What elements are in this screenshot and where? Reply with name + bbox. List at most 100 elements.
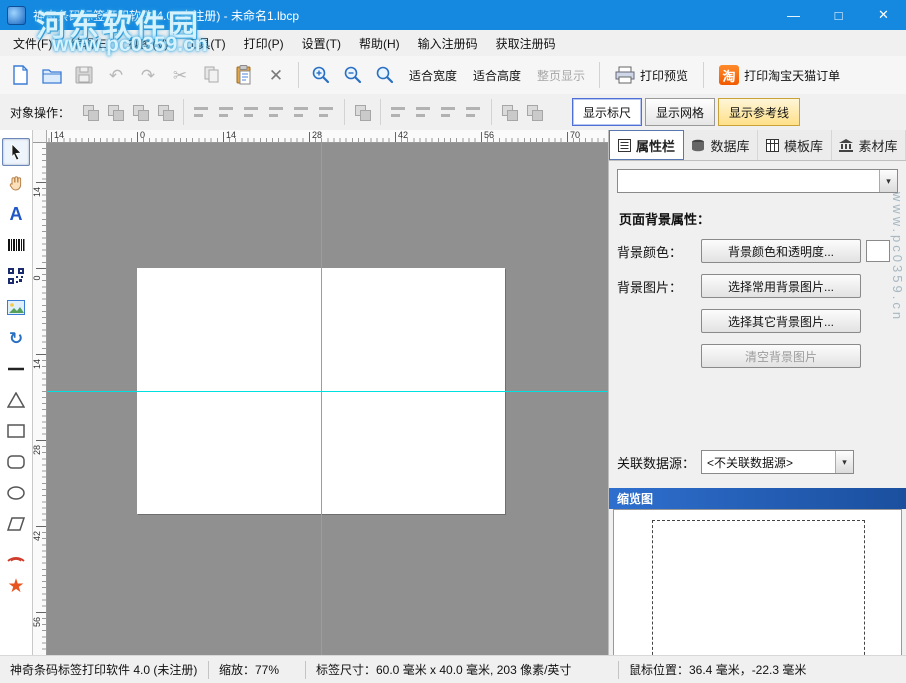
show-grid-toggle[interactable]: 显示网格 — [645, 98, 715, 126]
menu-view[interactable]: 视图(V) — [119, 31, 177, 56]
print-preview-button[interactable]: 打印预览 — [607, 66, 696, 84]
panel-tabs: 属性栏 数据库 模板库 素材库 — [609, 130, 906, 161]
new-document-button[interactable] — [5, 61, 35, 89]
triangle-tool[interactable] — [2, 386, 30, 414]
same-width-icon[interactable] — [437, 101, 460, 124]
ellipse-tool[interactable] — [2, 479, 30, 507]
barcode-icon — [7, 237, 25, 253]
order-icon[interactable] — [154, 101, 177, 124]
line-tool[interactable] — [2, 355, 30, 383]
menu-help[interactable]: 帮助(H) — [350, 31, 409, 56]
menu-file[interactable]: 文件(F) — [4, 31, 61, 56]
zoom-tool-button[interactable] — [370, 61, 400, 89]
menu-edit[interactable]: 编辑(E) — [61, 31, 119, 56]
rounded-rectangle-tool[interactable] — [2, 448, 30, 476]
menu-print[interactable]: 打印(P) — [235, 31, 293, 56]
star-tool[interactable]: ★ — [2, 572, 30, 600]
align-bottom-icon[interactable] — [315, 101, 338, 124]
flip-horizontal-icon[interactable] — [498, 101, 521, 124]
align-middle-icon[interactable] — [290, 101, 313, 124]
arc-tool[interactable] — [2, 541, 30, 569]
align-center-icon[interactable] — [215, 101, 238, 124]
datasource-combobox[interactable]: <不关联数据源> ▾ — [701, 450, 854, 474]
taobao-order-button[interactable]: 淘 打印淘宝天猫订单 — [711, 65, 848, 85]
clear-background-button[interactable]: 清空背景图片 — [701, 344, 861, 368]
tab-properties[interactable]: 属性栏 — [609, 130, 684, 160]
tab-materials[interactable]: 素材库 — [832, 130, 906, 160]
text-tool[interactable]: A — [2, 200, 30, 228]
open-button[interactable] — [37, 61, 67, 89]
page-background-section-title: 页面背景属性： — [619, 209, 898, 228]
thumbnail-preview — [613, 509, 902, 669]
ungroup-icon[interactable] — [129, 101, 152, 124]
save-button[interactable] — [69, 61, 99, 89]
distribute-vertical-icon[interactable] — [412, 101, 435, 124]
select-tool[interactable] — [2, 138, 30, 166]
redo-button[interactable]: ↷ — [133, 61, 163, 89]
clear-background-row: 清空背景图片 — [617, 344, 898, 368]
vertical-guide-line[interactable] — [321, 143, 322, 656]
toolbar-separator — [183, 99, 184, 125]
fit-height-button[interactable]: 适合高度 — [466, 67, 528, 84]
copy-button[interactable] — [197, 61, 227, 89]
maximize-button[interactable]: □ — [816, 0, 861, 30]
horizontal-guide-line[interactable] — [47, 391, 608, 392]
status-app-name: 神奇条码标签打印软件 4.0 (未注册) — [0, 661, 208, 678]
background-color-label: 背景颜色： — [617, 242, 701, 261]
rotate-tool[interactable]: ↻ — [2, 324, 30, 352]
fit-page-button[interactable]: 整页显示 — [530, 67, 592, 84]
same-size-icon[interactable] — [351, 101, 374, 124]
undo-button[interactable]: ↶ — [101, 61, 131, 89]
background-color-button[interactable]: 背景颜色和透明度... — [701, 239, 861, 263]
menu-get-regcode[interactable]: 获取注册码 — [487, 31, 565, 56]
choose-common-background-button[interactable]: 选择常用背景图片... — [701, 274, 861, 298]
template-combobox[interactable]: ▾ — [617, 169, 898, 193]
polygon-tool[interactable] — [2, 510, 30, 538]
zoom-in-button[interactable] — [306, 61, 336, 89]
zoom-out-button[interactable] — [338, 61, 368, 89]
menu-enter-regcode[interactable]: 输入注册码 — [409, 31, 487, 56]
minimize-button[interactable]: — — [771, 0, 816, 30]
paste-button[interactable] — [229, 61, 259, 89]
ruler-corner — [33, 130, 47, 143]
hruler-number: 0 — [140, 130, 145, 140]
taobao-icon: 淘 — [719, 65, 739, 85]
show-guides-toggle[interactable]: 显示参考线 — [718, 98, 800, 126]
choose-other-background-button[interactable]: 选择其它背景图片... — [701, 309, 861, 333]
rotate-icon: ↻ — [9, 330, 23, 347]
pan-tool[interactable] — [2, 169, 30, 197]
align-top-icon[interactable] — [265, 101, 288, 124]
status-mouse-position: 鼠标位置：36.4 毫米，-22.3 毫米 — [619, 661, 816, 678]
design-canvas[interactable] — [47, 143, 608, 656]
menu-settings[interactable]: 设置(T) — [293, 31, 350, 56]
background-color-swatch[interactable] — [866, 240, 890, 262]
polygon-icon — [7, 517, 25, 531]
qrcode-tool[interactable] — [2, 262, 30, 290]
group-icon[interactable] — [104, 101, 127, 124]
barcode-tool[interactable] — [2, 231, 30, 259]
distribute-horizontal-icon[interactable] — [387, 101, 410, 124]
same-height-icon[interactable] — [462, 101, 485, 124]
menu-tools[interactable]: 工具(T) — [177, 31, 234, 56]
combine-icon[interactable] — [79, 101, 102, 124]
tab-database[interactable]: 数据库 — [684, 130, 758, 160]
align-left-icon[interactable] — [190, 101, 213, 124]
chevron-down-icon[interactable]: ▾ — [835, 451, 853, 473]
delete-icon: ✕ — [269, 67, 283, 84]
image-tool[interactable] — [2, 293, 30, 321]
align-right-icon[interactable] — [240, 101, 263, 124]
tab-templates[interactable]: 模板库 — [758, 130, 832, 160]
chevron-down-icon[interactable]: ▾ — [879, 170, 897, 192]
new-document-icon — [12, 65, 29, 85]
cut-icon: ✂ — [173, 67, 187, 84]
flip-vertical-icon[interactable] — [523, 101, 546, 124]
show-ruler-toggle[interactable]: 显示标尺 — [572, 98, 642, 126]
rectangle-tool[interactable] — [2, 417, 30, 445]
close-button[interactable]: ✕ — [861, 0, 906, 30]
fit-width-button[interactable]: 适合宽度 — [402, 67, 464, 84]
background-image-label: 背景图片： — [617, 277, 701, 296]
cut-button[interactable]: ✂ — [165, 61, 195, 89]
delete-button[interactable]: ✕ — [261, 61, 291, 89]
hruler-number: 14 — [54, 130, 64, 140]
main-toolbar: ↶ ↷ ✂ ✕ 适合宽度 适合高度 整页显示 打印预览 淘 打印淘宝天猫 — [0, 56, 906, 95]
